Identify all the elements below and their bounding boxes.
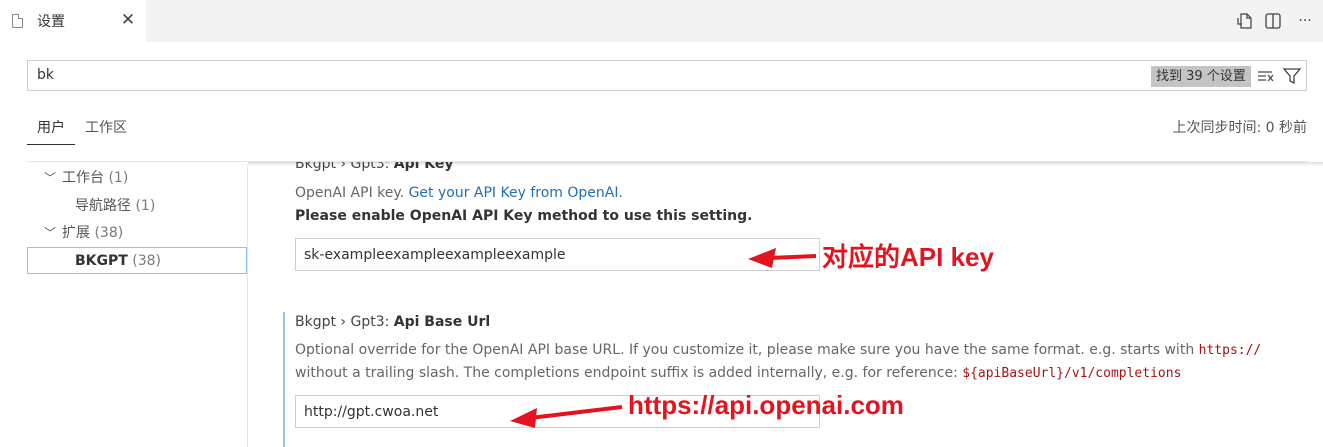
settings-window: 设置 ✕ ··· bk 找到 39 个设置 用户 工作区 上次同步时间: 0 秒… [0,0,1323,447]
arrow-icon [748,248,817,268]
annotation-arrows [510,248,817,428]
arrow-icon [510,405,623,428]
